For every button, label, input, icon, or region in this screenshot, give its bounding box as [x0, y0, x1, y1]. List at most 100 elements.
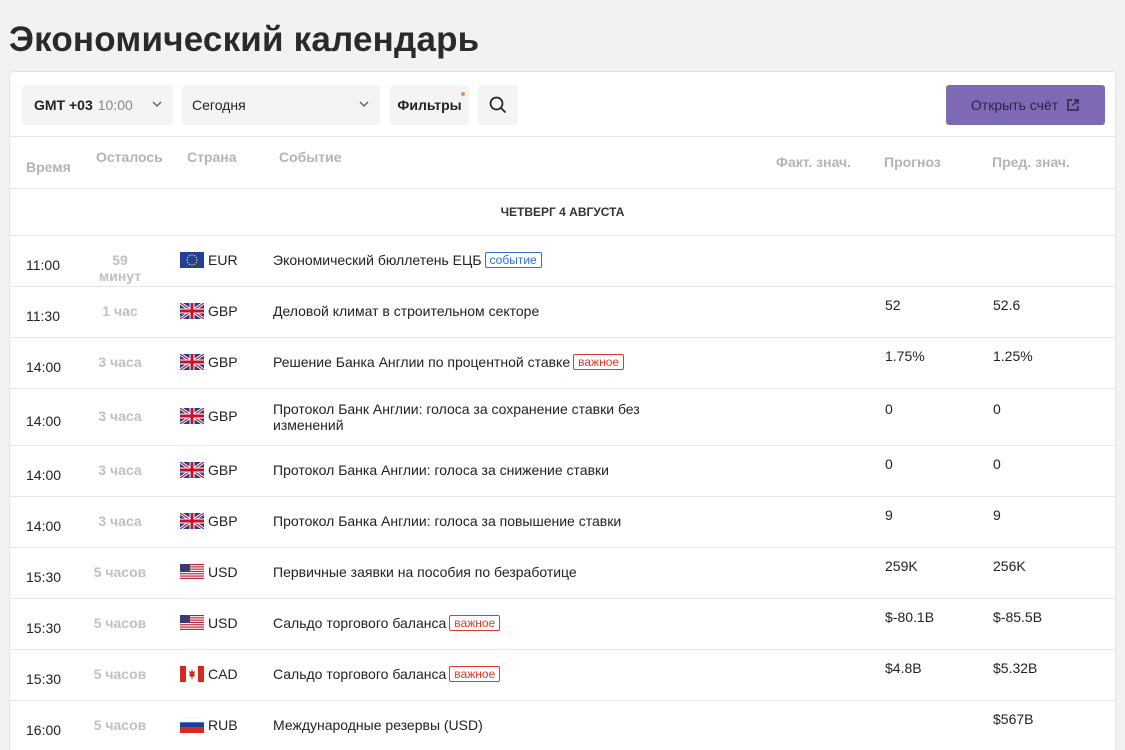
table-row[interactable]: 14:00 3 часа GBP Решение Банка Англии по пр…	[10, 338, 1115, 389]
event-title[interactable]: Протокол Банка Англии: голоса за повышен…	[273, 513, 673, 529]
ca-flag-icon	[180, 666, 204, 682]
uk-flag-icon	[180, 513, 204, 529]
event-previous: 1.25%	[993, 348, 1033, 364]
event-title[interactable]: Деловой климат в строительном секторе	[273, 303, 673, 319]
event-time: 14:00	[26, 359, 62, 375]
table-row[interactable]: 16:00 5 часов RUB Международные резервы (US…	[10, 701, 1115, 750]
table-row[interactable]: 11:30 1 час GBP Деловой климат в строительн…	[10, 287, 1115, 338]
chevron-down-icon	[152, 101, 162, 108]
event-title-text: Международные резервы (USD)	[273, 717, 483, 733]
event-time: 15:30	[26, 620, 62, 636]
event-title[interactable]: Международные резервы (USD)	[273, 717, 673, 733]
calendar-card: GMT +03 10:00 Сегодня Фильтры Открыть сч…	[9, 71, 1116, 750]
event-country: EUR	[180, 252, 238, 268]
column-event: Событие	[279, 149, 342, 165]
event-currency: RUB	[208, 717, 238, 733]
event-title-text: Первичные заявки на пособия по безработи…	[273, 564, 577, 580]
table-row[interactable]: 14:00 3 часа GBP Протокол Банка Англии: гол…	[10, 446, 1115, 497]
event-time: 11:30	[26, 308, 60, 324]
event-time: 15:30	[26, 569, 62, 585]
table-row[interactable]: 15:30 5 часов USD Сальдо торгового баланса в…	[10, 599, 1115, 650]
uk-flag-icon	[180, 303, 204, 319]
event-forecast: 0	[885, 401, 893, 417]
event-currency: GBP	[208, 354, 238, 370]
event-country: USD	[180, 564, 238, 580]
table-row[interactable]: 14:00 3 часа GBP Протокол Банк Англии: голо…	[10, 389, 1115, 446]
day-header-row: ЧЕТВЕРГ 4 АВГУСТА	[10, 189, 1115, 236]
event-title[interactable]: Первичные заявки на пособия по безработи…	[273, 564, 673, 580]
event-title-text: Протокол Банк Англии: голоса за сохранен…	[273, 401, 640, 433]
event-currency: USD	[208, 615, 238, 631]
external-link-icon	[1067, 99, 1079, 111]
important-badge: важное	[449, 615, 501, 631]
event-forecast: 52	[885, 297, 901, 313]
search-button[interactable]	[478, 85, 518, 125]
event-remaining: 3 часа	[98, 462, 142, 478]
column-forecast: Прогноз	[884, 154, 941, 170]
filters-indicator-dot	[461, 92, 465, 96]
open-account-label: Открыть счёт	[970, 97, 1059, 113]
filters-button[interactable]: Фильтры	[390, 85, 469, 125]
open-account-button[interactable]: Открыть счёт	[946, 85, 1105, 125]
important-badge: важное	[573, 354, 625, 370]
event-title-text: Сальдо торгового баланса	[273, 666, 447, 682]
event-remaining: 3 часа	[98, 513, 142, 529]
table-row[interactable]: 15:30 5 часов USD Первичные заявки на пособ…	[10, 548, 1115, 599]
event-previous: $567B	[993, 711, 1034, 727]
chevron-down-icon	[359, 101, 369, 108]
event-title[interactable]: Протокол Банка Англии: голоса за снижени…	[273, 462, 673, 478]
table-row[interactable]: 11:00 59 минут EUR Экономический бюллетень …	[10, 236, 1115, 287]
important-badge: важное	[449, 666, 501, 682]
day-select[interactable]: Сегодня	[182, 85, 380, 125]
event-currency: CAD	[208, 666, 238, 682]
event-title[interactable]: Протокол Банк Англии: голоса за сохранен…	[273, 401, 673, 433]
event-previous: 0	[993, 456, 1001, 472]
event-title[interactable]: Экономический бюллетень ЕЦБ событие	[273, 252, 673, 268]
event-currency: GBP	[208, 408, 238, 424]
ru-flag-icon	[180, 717, 204, 733]
table-row[interactable]: 15:30 5 часов CAD Сальдо торгового баланса в…	[10, 650, 1115, 701]
event-currency: USD	[208, 564, 238, 580]
event-currency: GBP	[208, 513, 238, 529]
event-title-text: Деловой климат в строительном секторе	[273, 303, 540, 319]
event-remaining: 3 часа	[98, 354, 142, 370]
event-previous: $-85.5B	[993, 609, 1043, 625]
event-remaining: 5 часов	[93, 666, 147, 682]
us-flag-icon	[180, 564, 204, 580]
event-previous: 52.6	[993, 297, 1021, 313]
event-previous: 256K	[993, 558, 1026, 574]
event-forecast: 1.75%	[885, 348, 925, 364]
timezone-label: GMT +03	[34, 97, 93, 113]
uk-flag-icon	[180, 354, 204, 370]
event-title-text: Протокол Банка Англии: голоса за повышен…	[273, 513, 622, 529]
toolbar: GMT +03 10:00 Сегодня Фильтры Открыть сч…	[10, 72, 1115, 137]
event-country: USD	[180, 615, 238, 631]
event-forecast: $-80.1B	[885, 609, 935, 625]
event-country: GBP	[180, 462, 238, 478]
event-time: 14:00	[26, 518, 62, 534]
column-previous: Пред. знач.	[992, 154, 1070, 170]
event-title[interactable]: Сальдо торгового баланса важное	[273, 666, 673, 682]
event-currency: GBP	[208, 462, 238, 478]
us-flag-icon	[180, 615, 204, 631]
event-previous: 0	[993, 401, 1001, 417]
event-previous: $5.32B	[993, 660, 1038, 676]
event-title[interactable]: Сальдо торгового баланса важное	[273, 615, 673, 631]
column-remaining: Осталось	[96, 149, 163, 165]
event-forecast: 0	[885, 456, 893, 472]
event-time: 14:00	[26, 467, 62, 483]
event-currency: GBP	[208, 303, 238, 319]
event-remaining: 5 часов	[93, 564, 147, 580]
event-previous: 9	[993, 507, 1001, 523]
eu-flag-icon	[180, 252, 204, 268]
event-time: 14:00	[26, 413, 62, 429]
event-country: GBP	[180, 303, 238, 319]
event-title-text: Сальдо торгового баланса	[273, 615, 447, 631]
event-remaining: 5 часов	[93, 615, 147, 631]
event-title-text: Экономический бюллетень ЕЦБ	[273, 252, 482, 268]
column-country: Страна	[187, 149, 237, 165]
event-title[interactable]: Решение Банка Англии по процентной ставк…	[273, 354, 673, 370]
timezone-select[interactable]: GMT +03 10:00	[22, 85, 173, 125]
event-time: 16:00	[26, 722, 62, 738]
table-row[interactable]: 14:00 3 часа GBP Протокол Банка Англии: гол…	[10, 497, 1115, 548]
